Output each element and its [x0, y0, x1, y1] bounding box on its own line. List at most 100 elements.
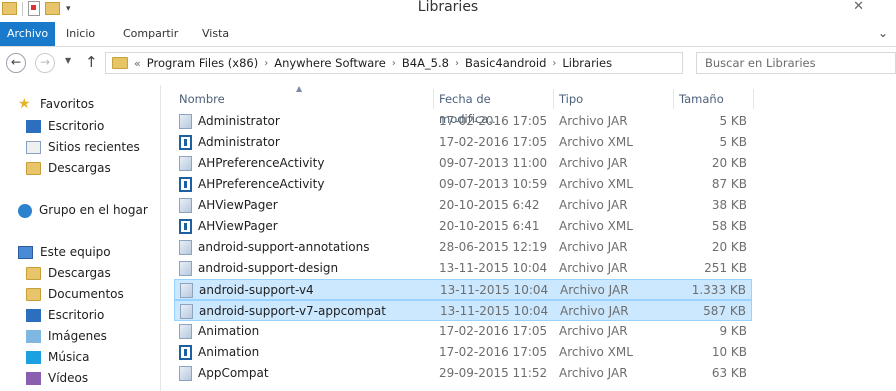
- cell-type: Archivo XML: [559, 219, 633, 233]
- table-row[interactable]: Administrator 17-02-2016 17:05 Archivo JAR…: [174, 111, 752, 132]
- column-header-size[interactable]: Tamaño: [674, 89, 754, 109]
- chevron-right-icon[interactable]: ›: [552, 58, 556, 69]
- nav-homegroup[interactable]: Grupo en el hogar: [18, 200, 148, 221]
- folder-icon: [112, 57, 128, 69]
- nav-favorites-downloads[interactable]: Descargas: [26, 158, 111, 179]
- nav-favorites[interactable]: ★ Favoritos: [18, 94, 94, 115]
- column-header-type[interactable]: Tipo: [554, 89, 674, 109]
- tab-archivo[interactable]: Archivo: [0, 22, 56, 46]
- xml-file-icon: [179, 219, 192, 234]
- breadcrumb-overflow-icon[interactable]: «: [134, 57, 141, 70]
- cell-type: Archivo JAR: [560, 283, 629, 297]
- breadcrumb-b4a[interactable]: B4A_5.8: [402, 56, 449, 70]
- nav-label: Favoritos: [40, 97, 95, 111]
- file-name: android-support-design: [198, 261, 339, 275]
- nav-pc-downloads[interactable]: Descargas: [26, 263, 111, 284]
- star-icon: ★: [18, 96, 31, 112]
- music-folder-icon: [26, 351, 41, 364]
- cell-name: Animation: [179, 342, 439, 363]
- jar-file-icon: [179, 366, 192, 381]
- nav-favorites-recent[interactable]: Sitios recientes: [26, 137, 140, 158]
- breadcrumb-anywhere-software[interactable]: Anywhere Software: [274, 56, 386, 70]
- nav-label: Vídeos: [48, 371, 89, 385]
- nav-pc-desktop[interactable]: Escritorio: [26, 305, 104, 326]
- table-row[interactable]: AHPreferenceActivity 09-07-2013 10:59 Arch…: [174, 174, 752, 195]
- cell-date: 29-09-2015 11:52: [439, 366, 548, 380]
- up-arrow-icon[interactable]: ↑: [85, 53, 98, 71]
- column-header-name[interactable]: Nombre: [174, 89, 434, 109]
- cell-date: 17-02-2016 17:05: [439, 135, 548, 149]
- cell-type: Archivo XML: [559, 177, 633, 191]
- downloads-folder-icon: [26, 267, 41, 280]
- table-row[interactable]: android-support-design 13-11-2015 10:04 Ar…: [174, 258, 752, 279]
- table-row[interactable]: AHViewPager 20-10-2015 6:42 Archivo JAR 38 …: [174, 195, 752, 216]
- nav-label: Escritorio: [48, 308, 105, 322]
- jar-file-icon: [179, 324, 192, 339]
- tab-inicio[interactable]: Inicio: [57, 22, 104, 46]
- chevron-right-icon[interactable]: ›: [392, 58, 396, 69]
- downloads-folder-icon: [26, 162, 41, 175]
- table-row[interactable]: AppCompat 29-09-2015 11:52 Archivo JAR 63 K…: [174, 363, 752, 384]
- xml-file-icon: [179, 177, 192, 192]
- cell-type: Archivo JAR: [559, 240, 628, 254]
- file-name: Administrator: [198, 114, 280, 128]
- desktop-icon: [26, 309, 41, 322]
- cell-name: AHViewPager: [179, 195, 439, 216]
- pictures-folder-icon: [26, 330, 41, 343]
- documents-folder-icon: [26, 288, 41, 301]
- expand-ribbon-chevron-icon[interactable]: ⌄: [878, 26, 888, 40]
- table-row[interactable]: android-support-annotations 28-06-2015 12…: [174, 237, 752, 258]
- breadcrumb-basic4android[interactable]: Basic4android: [465, 56, 546, 70]
- breadcrumb-libraries[interactable]: Libraries: [562, 56, 612, 70]
- tab-compartir[interactable]: Compartir: [114, 22, 187, 46]
- forward-button[interactable]: →: [35, 53, 55, 73]
- breadcrumb-program-files[interactable]: Program Files (x86): [147, 56, 258, 70]
- nav-pc-music[interactable]: Música: [26, 347, 90, 368]
- cell-name: Animation: [179, 321, 439, 342]
- table-row[interactable]: Administrator 17-02-2016 17:05 Archivo XML…: [174, 132, 752, 153]
- cell-size: 10 KB: [711, 345, 747, 359]
- homegroup-icon: [18, 203, 32, 218]
- nav-label: Grupo en el hogar: [39, 203, 148, 217]
- recent-places-icon: [26, 141, 41, 154]
- file-name: AHPreferenceActivity: [198, 177, 325, 191]
- cell-type: Archivo XML: [559, 135, 633, 149]
- table-row[interactable]: Animation 17-02-2016 17:05 Archivo JAR 9 KB: [174, 321, 752, 342]
- table-row[interactable]: android-support-v7-appcompat 13-11-2015 1…: [174, 300, 752, 321]
- table-row[interactable]: android-support-v4 13-11-2015 10:04 Archiv…: [174, 279, 752, 300]
- address-bar[interactable]: « Program Files (x86) › Anywhere Softwar…: [105, 52, 683, 74]
- recent-locations-dropdown-icon[interactable]: ▼: [65, 56, 71, 65]
- desktop-icon: [26, 120, 41, 133]
- nav-pc-documents[interactable]: Documentos: [26, 284, 124, 305]
- cell-size: 20 KB: [711, 156, 747, 170]
- cell-size: 87 KB: [711, 177, 747, 191]
- cell-date: 20-10-2015 6:41: [439, 219, 540, 233]
- cell-size: 5 KB: [719, 114, 747, 128]
- cell-size: 9 KB: [719, 324, 747, 338]
- cell-name: Administrator: [179, 111, 439, 132]
- window-title: Libraries: [417, 0, 479, 15]
- column-header-date[interactable]: Fecha de modifica...: [434, 89, 554, 126]
- cell-date: 13-11-2015 10:04: [440, 283, 549, 297]
- close-window-button[interactable]: ✕: [853, 0, 864, 14]
- nav-favorites-escritorio[interactable]: Escritorio: [26, 116, 104, 137]
- file-name: AppCompat: [198, 366, 269, 380]
- jar-file-icon: [179, 114, 192, 129]
- back-button[interactable]: ←: [6, 53, 26, 73]
- search-input[interactable]: Buscar en Libraries: [696, 52, 896, 74]
- table-row[interactable]: Animation 17-02-2016 17:05 Archivo XML 10 K…: [174, 342, 752, 363]
- table-row[interactable]: AHPreferenceActivity 09-07-2013 11:00 Arch…: [174, 153, 752, 174]
- nav-pc-pictures[interactable]: Imágenes: [26, 326, 107, 347]
- table-row[interactable]: AHViewPager 20-10-2015 6:41 Archivo XML 58 …: [174, 216, 752, 237]
- jar-file-icon: [179, 156, 192, 171]
- videos-folder-icon: [26, 372, 41, 385]
- file-name: android-support-v4: [199, 283, 314, 297]
- chevron-right-icon[interactable]: ›: [455, 58, 459, 69]
- cell-name: AHPreferenceActivity: [179, 174, 439, 195]
- chevron-right-icon[interactable]: ›: [264, 58, 268, 69]
- nav-this-pc[interactable]: Este equipo: [18, 242, 111, 263]
- cell-type: Archivo JAR: [560, 304, 629, 318]
- nav-pc-videos[interactable]: Vídeos: [26, 368, 88, 389]
- cell-type: Archivo XML: [559, 345, 633, 359]
- tab-vista[interactable]: Vista: [193, 22, 238, 46]
